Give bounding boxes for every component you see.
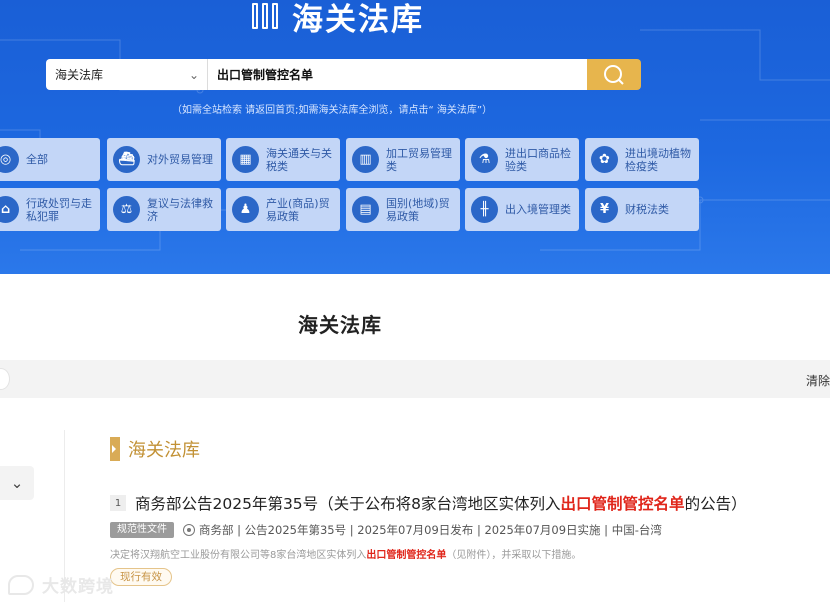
scales-icon: ⚖ xyxy=(113,196,140,223)
chevron-down-icon: ⌄ xyxy=(188,67,199,82)
clear-button[interactable]: 清除 xyxy=(806,372,830,389)
chat-bubble-icon xyxy=(8,574,34,595)
filter-bar: 清除 xyxy=(0,360,830,398)
category-entry-exit[interactable]: ╫ 出入境管理类 xyxy=(465,188,579,231)
category-foreign-trade[interactable]: ⛴ 对外贸易管理 xyxy=(107,138,221,181)
result-title-row[interactable]: 1 商务部公告2025年第35号（关于公布将8家台湾地区实体列入出口管制管控名单… xyxy=(110,492,825,514)
court-icon: ⌂ xyxy=(0,196,19,223)
law-books-icon xyxy=(250,0,284,35)
result-title-prefix: 商务部公告2025年第35号（关于公布将8家台湾地区实体列入 xyxy=(135,495,561,513)
search-scope-value: 海关法库 xyxy=(55,68,104,82)
plant-quarantine-icon: ✿ xyxy=(591,146,618,173)
section-flag-icon xyxy=(110,437,120,461)
section-title: 海关法库 xyxy=(128,440,200,461)
site-logo[interactable]: 海关法库 xyxy=(250,0,424,39)
result-title-highlight: 出口管制管控名单 xyxy=(560,495,685,513)
search-button[interactable] xyxy=(587,59,641,90)
globe-icon: ◎ xyxy=(0,146,19,173)
category-label: 行政处罚与走私犯罪 xyxy=(26,196,92,223)
search-scope-select[interactable]: 海关法库 ⌄ xyxy=(46,59,208,90)
chevron-down-icon: ⌄ xyxy=(10,474,24,492)
snippet-suffix: （见附件），并采取以下措施。 xyxy=(446,550,582,561)
status-badge: 现行有效 xyxy=(110,568,172,586)
search-hint: （如需全站检索 请返回首页;如需海关法库全浏览，请点击“ 海关法库”） xyxy=(172,105,493,116)
category-label: 海关通关与关税类 xyxy=(266,146,332,173)
result-item: 1 商务部公告2025年第35号（关于公布将8家台湾地区实体列入出口管制管控名单… xyxy=(110,492,825,586)
section-header: 海关法库 xyxy=(110,436,200,462)
logo-title: 海关法库 xyxy=(292,2,424,38)
result-meta-row: 规范性文件 商务部 | 公告2025年第35号 | 2025年07月09日发布 … xyxy=(110,522,825,538)
category-all[interactable]: ◎ 全部 xyxy=(0,138,100,181)
category-label: 进出境动植物检疫类 xyxy=(625,146,691,173)
circuit-pattern xyxy=(0,29,830,251)
category-plant-quarantine[interactable]: ✿ 进出境动植物检疫类 xyxy=(585,138,699,181)
page-title: 海关法库 xyxy=(298,313,382,337)
result-meta: 商务部 | 公告2025年第35号 | 2025年07月09日发布 | 2025… xyxy=(199,523,662,537)
category-label: 全部 xyxy=(26,153,48,166)
snippet-prefix: 决定将汉翔航空工业股份有限公司等8家台湾地区实体列入 xyxy=(110,550,367,561)
category-label: 国别(地域)贸易政策 xyxy=(386,196,450,223)
category-label: 财税法类 xyxy=(625,203,669,216)
building-icon: ▦ xyxy=(232,146,259,173)
search-icon xyxy=(604,64,624,85)
result-index: 1 xyxy=(110,495,126,511)
watermark: 大数跨境 xyxy=(8,572,114,597)
category-industry-policy[interactable]: ♟ 产业(商品)贸易政策 xyxy=(226,188,340,231)
hero-banner: 海关法库 海关法库 ⌄ （如需全站检索 请返回首页;如需海关法库全浏览，请点击“… xyxy=(0,0,830,274)
search-bar: 海关法库 ⌄ xyxy=(46,59,641,90)
sidebar-expand-button[interactable]: ⌄ xyxy=(0,466,34,500)
category-customs-tariff[interactable]: ▦ 海关通关与关税类 xyxy=(226,138,340,181)
category-country-policy[interactable]: ▤ 国别(地域)贸易政策 xyxy=(346,188,460,231)
result-title-link[interactable]: 商务部公告2025年第35号（关于公布将8家台湾地区实体列入出口管制管控名单的公… xyxy=(135,492,747,514)
category-fiscal-tax[interactable]: ¥ 财税法类 xyxy=(585,188,699,231)
category-processing-trade[interactable]: ▥ 加工贸易管理类 xyxy=(346,138,460,181)
road-icon: ╫ xyxy=(471,196,498,223)
result-title-suffix: 的公告） xyxy=(684,495,747,513)
ship-icon: ⛴ xyxy=(113,146,140,173)
search-input[interactable] xyxy=(208,59,587,90)
snippet-highlight: 出口管制管控名单 xyxy=(366,550,447,561)
yen-icon: ¥ xyxy=(591,196,618,223)
category-penalty-smuggling[interactable]: ⌂ 行政处罚与走私犯罪 xyxy=(0,188,100,231)
doc-type-badge: 规范性文件 xyxy=(110,522,174,538)
watermark-text: 大数跨境 xyxy=(42,577,114,597)
map-icon: ▤ xyxy=(352,196,379,223)
category-label: 复议与法律救济 xyxy=(147,196,213,223)
category-label: 产业(商品)贸易政策 xyxy=(266,196,330,223)
category-commodity-inspection[interactable]: ⚗ 进出口商品检验类 xyxy=(465,138,579,181)
category-label: 出入境管理类 xyxy=(505,203,571,216)
result-snippet: 决定将汉翔航空工业股份有限公司等8家台湾地区实体列入出口管制管控名单（见附件），… xyxy=(110,546,825,561)
factory-icon: ▥ xyxy=(352,146,379,173)
inspection-icon: ⚗ xyxy=(471,146,498,173)
filter-toggle-handle[interactable] xyxy=(0,368,10,390)
category-label: 对外贸易管理 xyxy=(147,153,213,166)
category-label: 进出口商品检验类 xyxy=(505,146,571,173)
organization-icon xyxy=(183,524,195,536)
person-icon: ♟ xyxy=(232,196,259,223)
category-review-relief[interactable]: ⚖ 复议与法律救济 xyxy=(107,188,221,231)
category-label: 加工贸易管理类 xyxy=(386,146,452,173)
